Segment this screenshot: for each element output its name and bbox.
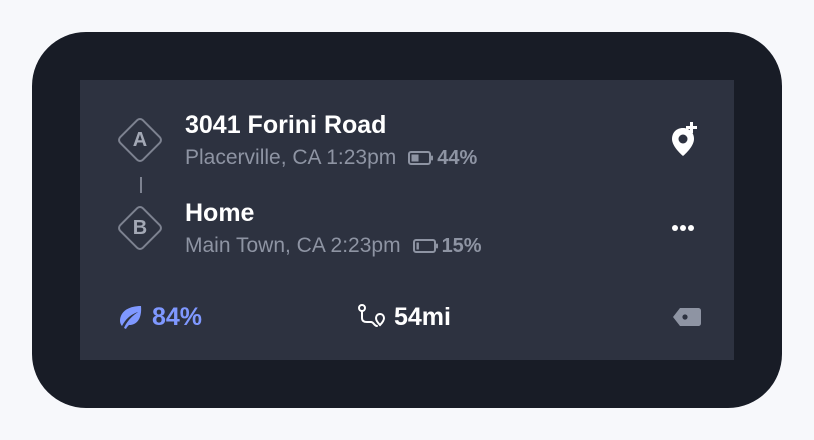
origin-stop[interactable]: A 3041 Forini Road Placerville, CA 1:23p… bbox=[110, 110, 477, 172]
tag-button[interactable] bbox=[672, 307, 702, 327]
map-pin-plus-icon bbox=[672, 122, 697, 156]
route-connector bbox=[140, 177, 142, 193]
stop-a-marker: A bbox=[110, 110, 170, 170]
more-horizontal-icon bbox=[672, 225, 694, 231]
battery-icon bbox=[408, 151, 434, 165]
add-stop-button[interactable] bbox=[670, 120, 700, 160]
destination-battery: 15% bbox=[412, 232, 482, 260]
trip-card: A 3041 Forini Road Placerville, CA 1:23p… bbox=[80, 80, 734, 360]
efficiency-indicator: 84% bbox=[116, 303, 202, 332]
leaf-icon bbox=[120, 306, 142, 329]
battery-icon bbox=[412, 239, 438, 253]
distance-indicator: 54mi bbox=[356, 302, 451, 332]
trip-summary: 84% 54mi bbox=[116, 302, 451, 332]
origin-battery: 44% bbox=[408, 144, 477, 172]
stop-b-marker: B bbox=[110, 198, 170, 258]
tag-icon bbox=[673, 308, 701, 326]
distance-value: 54mi bbox=[394, 302, 451, 331]
origin-title: 3041 Forini Road bbox=[185, 111, 387, 139]
efficiency-value: 84% bbox=[152, 302, 203, 331]
origin-subtitle: Placerville, CA 1:23pm bbox=[185, 146, 397, 169]
destination-stop[interactable]: B Home Main Town, CA 2:23pm 15% bbox=[110, 198, 482, 260]
destination-title: Home bbox=[185, 199, 255, 227]
destination-subtitle: Main Town, CA 2:23pm bbox=[185, 234, 401, 257]
more-options-button[interactable] bbox=[670, 216, 700, 240]
route-icon bbox=[358, 304, 386, 327]
